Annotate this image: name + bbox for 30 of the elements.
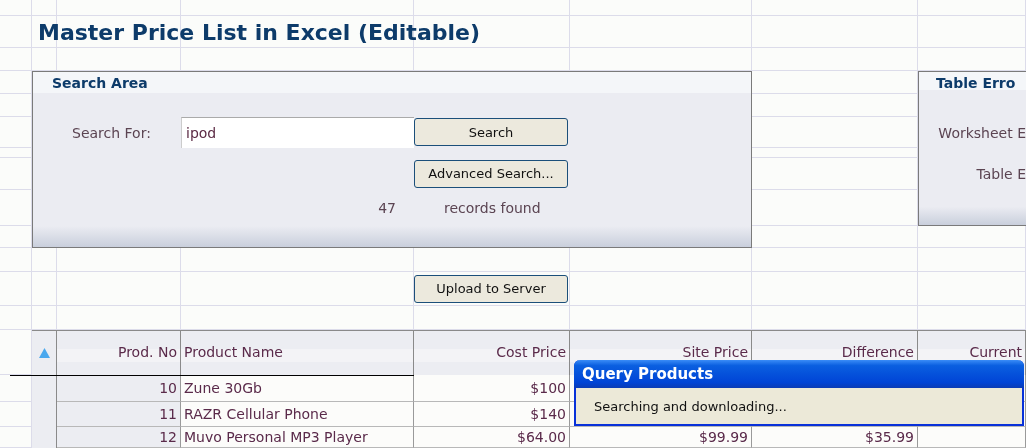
error-label: Worksheet E xyxy=(937,123,1026,143)
row-header[interactable] xyxy=(32,375,57,402)
records-found-label: records found xyxy=(443,199,542,218)
column-header[interactable]: Product Name xyxy=(181,330,414,375)
table-cell: Muvo Personal MP3 Player xyxy=(181,427,414,448)
search-button[interactable]: Search xyxy=(414,118,568,146)
column-header[interactable]: Cost Price xyxy=(414,330,570,375)
table-cell: $35.99 xyxy=(752,427,918,448)
table-cell: $140 xyxy=(414,402,570,427)
table-cell: Zune 30Gb xyxy=(181,375,414,402)
sheet-title: Master Price List in Excel (Editable) xyxy=(37,18,481,47)
table-cell: $99.99 xyxy=(570,427,752,448)
dialog-title: Query Products xyxy=(574,360,1024,388)
table-cell: 10 xyxy=(57,375,181,402)
table-cell: 12 xyxy=(57,427,181,448)
record-count: 47 xyxy=(377,199,397,218)
dialog-message: Searching and downloading... xyxy=(593,397,788,416)
table-cell: RAZR Cellular Phone xyxy=(181,402,414,427)
search-field[interactable]: ipod xyxy=(181,117,414,148)
table-cell: $100 xyxy=(414,375,570,402)
upload-button[interactable]: Upload to Server xyxy=(414,274,568,303)
sort-ascending-icon[interactable] xyxy=(38,348,50,358)
panel-title: Table Erro xyxy=(935,73,1017,93)
table-cell: 11 xyxy=(57,402,181,427)
panel-title: Search Area xyxy=(51,73,149,93)
column-header[interactable]: Prod. No xyxy=(57,330,181,375)
error-label: Table E xyxy=(975,165,1026,184)
search-label: Search For: xyxy=(71,123,152,143)
advanced-search-button[interactable]: Advanced Search... xyxy=(414,159,568,188)
table-cell: $64.00 xyxy=(414,427,570,448)
